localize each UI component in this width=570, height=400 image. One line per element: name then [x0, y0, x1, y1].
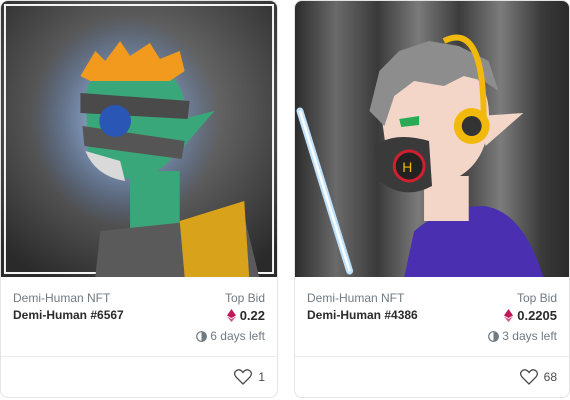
- nft-card[interactable]: H Demi-Human NFT Demi-Human #4386 Top Bi…: [294, 0, 570, 398]
- nft-info: Demi-Human NFT Demi-Human #4386 Top Bid …: [295, 277, 569, 357]
- top-bid-value: 0.2205: [504, 308, 557, 323]
- nft-name[interactable]: Demi-Human #4386: [307, 308, 418, 322]
- nft-info: Demi-Human NFT Demi-Human #6567 Top Bid …: [1, 277, 277, 357]
- top-bid-label: Top Bid: [224, 291, 265, 305]
- nft-artwork-image: [1, 1, 277, 277]
- like-button[interactable]: 1: [234, 369, 265, 385]
- bid-amount: 0.22: [239, 308, 265, 323]
- nft-card[interactable]: Demi-Human NFT Demi-Human #6567 Top Bid …: [0, 0, 278, 398]
- nft-artwork[interactable]: H: [295, 1, 569, 277]
- heart-icon[interactable]: [234, 369, 253, 385]
- top-bid-value: 0.22: [226, 308, 265, 323]
- nft-artwork-image: H: [295, 1, 569, 277]
- clock-icon: [488, 330, 500, 342]
- top-bid-label: Top Bid: [516, 291, 557, 305]
- like-button[interactable]: 68: [519, 369, 557, 385]
- collection-name[interactable]: Demi-Human NFT: [13, 291, 110, 305]
- time-left-text: 3 days left: [502, 329, 557, 343]
- card-footer: 1: [1, 357, 277, 397]
- nft-name[interactable]: Demi-Human #6567: [13, 308, 124, 322]
- ethereum-icon: [226, 309, 236, 322]
- time-left: 6 days left: [196, 329, 265, 343]
- heart-icon[interactable]: [519, 369, 538, 385]
- card-footer: 68: [295, 357, 569, 397]
- like-count: 1: [258, 370, 265, 384]
- nft-artwork[interactable]: [1, 1, 277, 277]
- like-count: 68: [543, 370, 557, 384]
- time-left-text: 6 days left: [210, 329, 265, 343]
- collection-name[interactable]: Demi-Human NFT: [307, 291, 404, 305]
- clock-icon: [196, 330, 208, 342]
- bid-amount: 0.2205: [517, 308, 557, 323]
- time-left: 3 days left: [488, 329, 557, 343]
- svg-text:H: H: [402, 159, 412, 175]
- ethereum-icon: [504, 309, 514, 322]
